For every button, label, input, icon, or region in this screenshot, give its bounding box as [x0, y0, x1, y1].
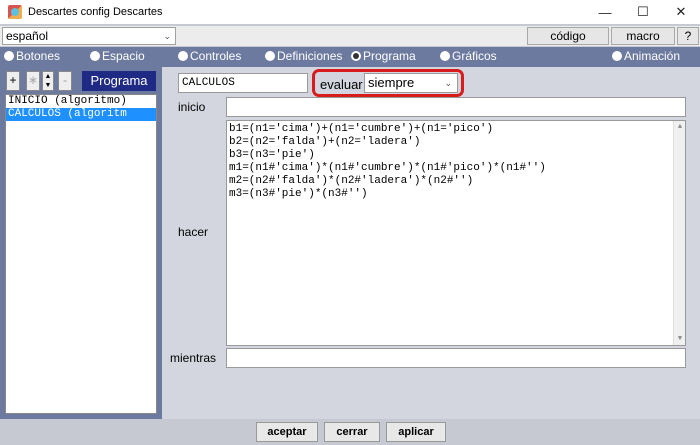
radio-icon	[440, 51, 450, 61]
tab-bar: Botones Espacio Controles Definiciones P…	[0, 47, 700, 67]
title-bar: Descartes config Descartes — ☐ ✕	[0, 0, 700, 24]
evaluar-value: siempre	[368, 75, 415, 90]
tab-controles[interactable]: Controles	[178, 49, 241, 63]
tab-graficos[interactable]: Gráficos	[440, 49, 497, 63]
tab-label: Controles	[190, 49, 242, 63]
section-title: Programa	[82, 71, 156, 91]
code-line: m1=(n1#'cima')*(n1#'cumbre')*(n1#'pico')…	[229, 162, 546, 174]
algorithm-name-input[interactable]: CALCULOS	[178, 73, 308, 93]
radio-selected-icon	[351, 51, 361, 61]
language-value: español	[6, 29, 49, 43]
tab-animacion[interactable]: Animación	[612, 49, 680, 63]
move-up-down-icon[interactable]: ▲ ▼	[42, 71, 54, 91]
list-item[interactable]: INICIO (algoritmo)	[6, 95, 156, 108]
tab-label: Gráficos	[452, 49, 497, 63]
tab-label: Espacio	[102, 49, 145, 63]
tab-programa[interactable]: Programa	[351, 49, 416, 63]
chevron-down-icon: ⌄	[163, 31, 171, 41]
list-item-selected[interactable]: CALCULOS (algoritm	[6, 108, 156, 121]
left-panel: + ∗ ▲ ▼ - Programa INICIO (algoritmo) CAL…	[0, 67, 162, 419]
code-line: m2=(n2#'falda')*(n2#'ladera')*(n2#'')	[229, 175, 474, 187]
tab-definiciones[interactable]: Definiciones	[265, 49, 342, 63]
radio-icon	[265, 51, 275, 61]
cerrar-button[interactable]: cerrar	[324, 422, 380, 442]
add-item-button[interactable]: +	[6, 71, 20, 91]
aceptar-button[interactable]: aceptar	[256, 422, 318, 442]
radio-icon	[4, 51, 14, 61]
hacer-label: hacer	[178, 225, 209, 239]
app-icon	[8, 5, 22, 19]
program-list[interactable]: INICIO (algoritmo) CALCULOS (algoritm	[5, 94, 157, 414]
radio-icon	[90, 51, 100, 61]
radio-icon	[612, 51, 622, 61]
macro-button[interactable]: macro	[611, 27, 675, 45]
bottom-bar: aceptar cerrar aplicar	[0, 419, 700, 445]
hacer-textarea[interactable]: b1=(n1='cima')+(n1='cumbre')+(n1='pico')…	[226, 120, 686, 346]
vertical-scrollbar[interactable]: ▲ ▼	[673, 121, 685, 345]
window-controls: — ☐ ✕	[586, 0, 700, 24]
scroll-up-icon[interactable]: ▲	[674, 121, 686, 133]
aplicar-button[interactable]: aplicar	[386, 422, 446, 442]
tab-label: Animación	[624, 49, 681, 63]
close-button[interactable]: ✕	[662, 0, 700, 24]
remove-item-button[interactable]: -	[58, 71, 72, 91]
tab-label: Definiciones	[277, 49, 343, 63]
chevron-down-icon: ⌄	[444, 78, 452, 88]
help-button[interactable]: ?	[677, 27, 699, 45]
main-panel: CALCULOS evaluar siempre ⌄ inicio hacer …	[162, 67, 700, 419]
inicio-input[interactable]	[226, 97, 686, 117]
scroll-down-icon[interactable]: ▼	[674, 333, 686, 345]
window-title: Descartes config Descartes	[28, 6, 163, 18]
codigo-button[interactable]: código	[527, 27, 609, 45]
evaluar-label: evaluar	[320, 77, 363, 92]
tab-label: Programa	[363, 49, 416, 63]
radio-icon	[178, 51, 188, 61]
code-line: b3=(n3='pie')	[229, 149, 315, 161]
language-select[interactable]: español ⌄	[2, 27, 176, 45]
tab-label: Botones	[16, 49, 61, 63]
code-line: m3=(n3#'pie')*(n3#'')	[229, 188, 368, 200]
copy-item-button[interactable]: ∗	[26, 71, 40, 91]
tab-espacio[interactable]: Espacio	[90, 49, 145, 63]
code-line: b2=(n2='falda')+(n2='ladera')	[229, 136, 421, 148]
mientras-label: mientras	[170, 351, 217, 365]
top-toolbar: español ⌄ código macro ?	[0, 26, 700, 46]
minimize-button[interactable]: —	[586, 0, 624, 24]
evaluar-select[interactable]: siempre ⌄	[364, 73, 458, 93]
inicio-label: inicio	[178, 100, 206, 114]
mientras-input[interactable]	[226, 348, 686, 368]
code-line: b1=(n1='cima')+(n1='cumbre')+(n1='pico')	[229, 123, 494, 135]
maximize-button[interactable]: ☐	[624, 0, 662, 24]
tab-botones[interactable]: Botones	[4, 49, 60, 63]
